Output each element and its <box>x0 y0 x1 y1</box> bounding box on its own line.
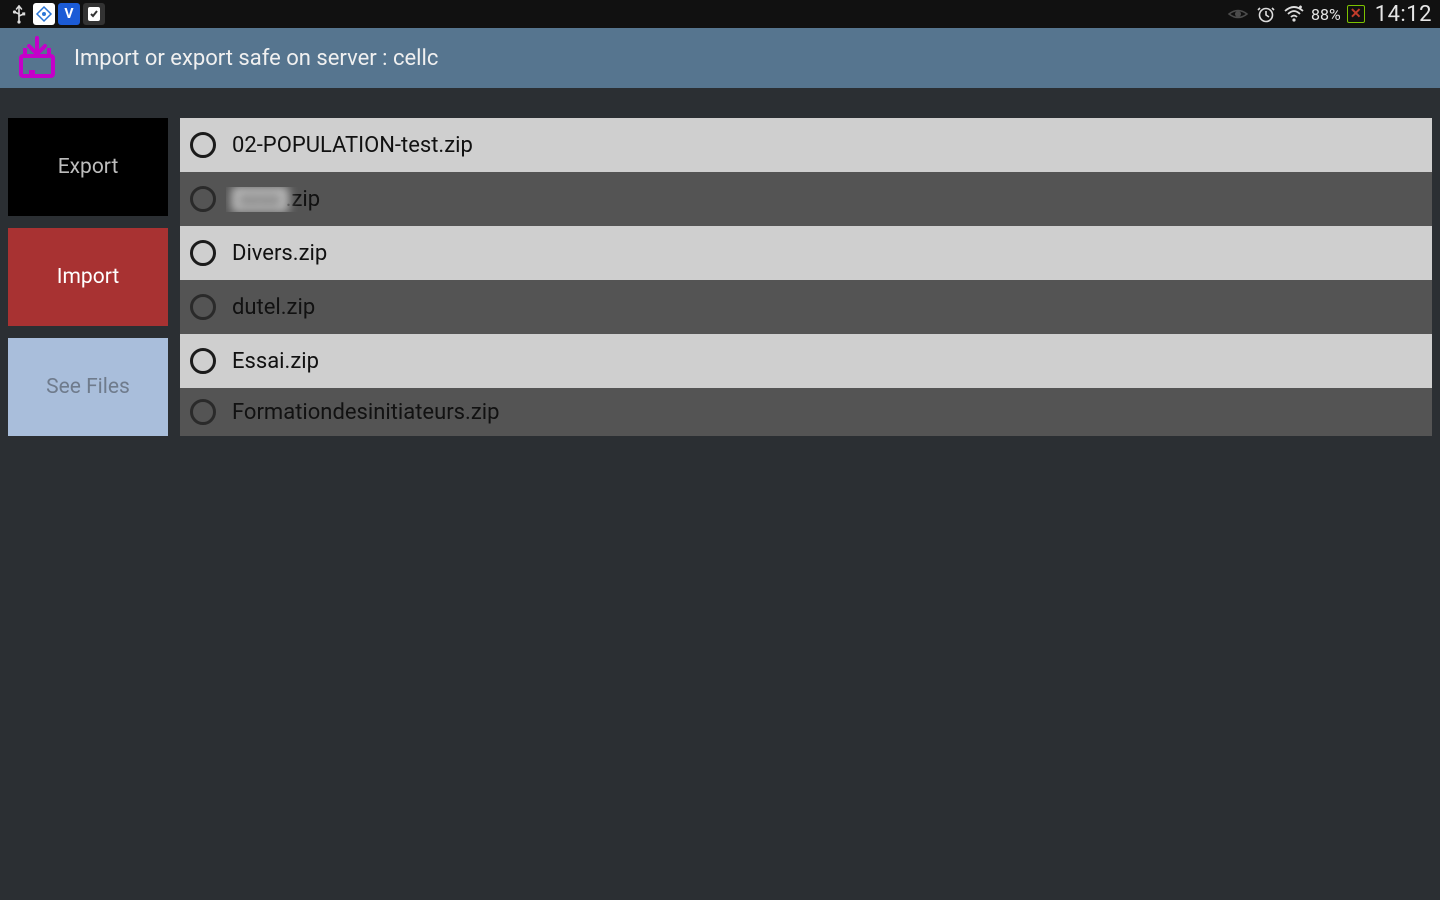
app-bar-title: Import or export safe on server : cellc <box>74 46 438 71</box>
file-name: Divers.zip <box>226 241 1422 266</box>
file-name: xxxx.zip <box>226 187 1422 212</box>
status-clock: 14:12 <box>1375 2 1432 27</box>
file-name: dutel.zip <box>226 295 1422 320</box>
file-row[interactable]: 02-POPULATION-test.zip <box>180 118 1432 172</box>
eye-icon <box>1227 3 1249 25</box>
usb-icon <box>8 3 30 25</box>
file-name: 02-POPULATION-test.zip <box>226 133 1422 158</box>
wifi-icon <box>1283 3 1305 25</box>
safe-import-icon <box>14 35 60 81</box>
android-status-bar: V 88% ✕ 14:12 <box>0 0 1440 28</box>
app-badge-icon <box>33 3 55 25</box>
alarm-icon <box>1255 3 1277 25</box>
v-badge-icon: V <box>58 3 80 25</box>
export-button[interactable]: Export <box>8 118 168 216</box>
radio-icon[interactable] <box>190 186 216 212</box>
see-files-button[interactable]: See Files <box>8 338 168 436</box>
file-name: Essai.zip <box>226 349 1422 374</box>
radio-icon[interactable] <box>190 294 216 320</box>
no-signal-icon: ✕ <box>1347 5 1365 23</box>
checklist-badge-icon <box>83 3 105 25</box>
radio-icon[interactable] <box>190 399 216 425</box>
action-sidebar: Export Import See Files <box>8 118 168 436</box>
battery-percent: 88% <box>1311 5 1341 24</box>
file-name: Formationdesinitiateurs.zip <box>226 400 1422 425</box>
radio-icon[interactable] <box>190 348 216 374</box>
app-bar: Import or export safe on server : cellc <box>0 28 1440 88</box>
file-row[interactable]: Divers.zip <box>180 226 1432 280</box>
file-row[interactable]: Formationdesinitiateurs.zip <box>180 388 1432 436</box>
redacted-text: xxxx <box>232 187 288 212</box>
radio-icon[interactable] <box>190 240 216 266</box>
file-row[interactable]: xxxx.zip <box>180 172 1432 226</box>
file-list[interactable]: 02-POPULATION-test.zip xxxx.zip Divers.z… <box>180 118 1432 436</box>
status-right-icons: 88% ✕ 14:12 <box>1227 2 1432 27</box>
main-content: Export Import See Files 02-POPULATION-te… <box>0 88 1440 436</box>
import-button[interactable]: Import <box>8 228 168 326</box>
file-row[interactable]: Essai.zip <box>180 334 1432 388</box>
status-left-icons: V <box>8 3 105 25</box>
file-row[interactable]: dutel.zip <box>180 280 1432 334</box>
radio-icon[interactable] <box>190 132 216 158</box>
